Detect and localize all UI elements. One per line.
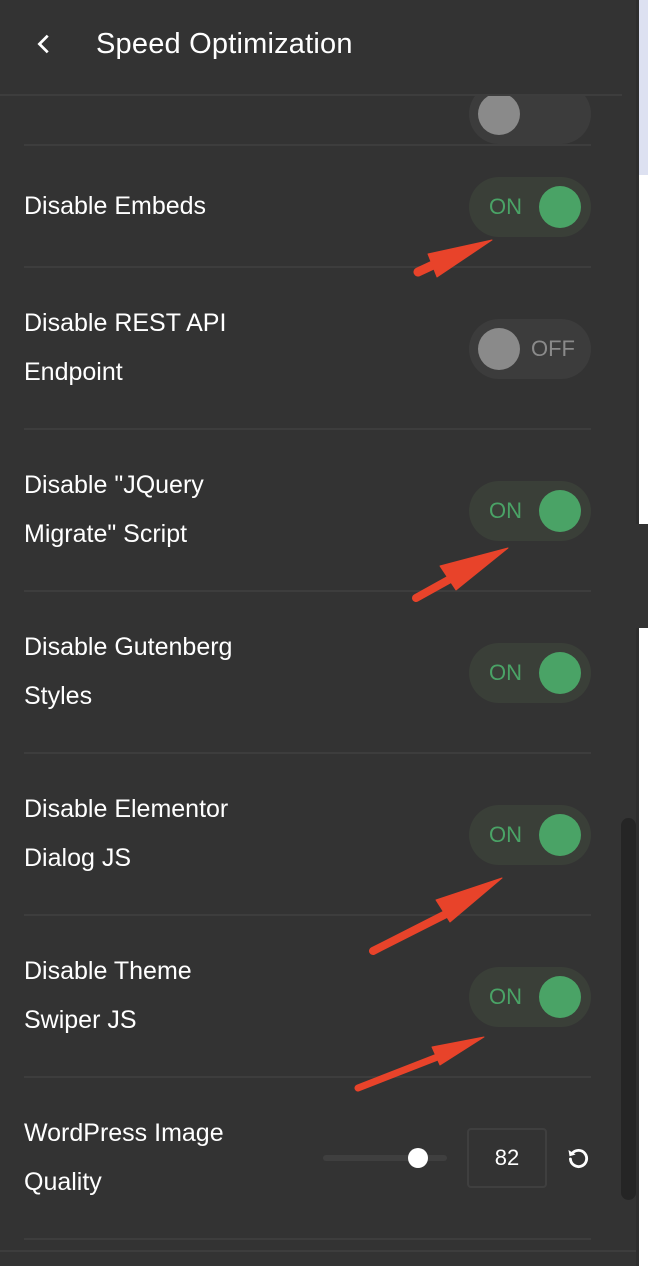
setting-label: Disable Gutenberg Styles [24,633,233,710]
toggle-knob [539,814,581,856]
toggle-disable-theme-swiper[interactable]: ON [469,967,591,1027]
toggle-knob [539,976,581,1018]
header-bar: Speed Optimization [0,0,622,96]
toggle-disable-elementor-dialog[interactable]: ON [469,805,591,865]
settings-row-disable-theme-swiper: Disable Theme Swiper JS ON [24,916,591,1078]
toggle-knob [539,490,581,532]
toggle-disable-rest-api[interactable]: OFF [469,319,591,379]
edge-light-strip [639,0,648,175]
settings-row-disable-jquery-migrate: Disable "JQuery Migrate" Script ON [24,430,591,592]
settings-row-disable-embeds: Disable Embeds ON [24,146,591,268]
setting-label: Disable Embeds [24,192,207,220]
edge-border [636,0,639,1266]
setting-label: Disable Theme Swiper JS [24,957,192,1034]
settings-row-disable-rest-api: Disable REST API Endpoint OFF [24,268,591,430]
image-quality-input[interactable] [467,1128,547,1188]
toggle-knob [539,186,581,228]
settings-panel: Disable Embeds ON Disable REST API Endpo… [0,0,636,1266]
toggle-state-label: ON [489,194,522,219]
page-title: Speed Optimization [96,28,353,60]
toggle-knob [478,93,520,135]
toggle-state-label: ON [489,984,522,1009]
setting-label: Disable "JQuery Migrate" Script [24,471,204,548]
window-edge [636,0,648,1266]
settings-row-image-quality: WordPress Image Quality [24,1078,591,1240]
toggle-state-label: ON [489,660,522,685]
toggle-disable-jquery-migrate[interactable]: ON [469,481,591,541]
toggle-disable-gutenberg[interactable]: ON [469,643,591,703]
back-button[interactable] [26,26,62,62]
setting-label: WordPress Image Quality [24,1119,224,1196]
setting-label: Disable Elementor Dialog JS [24,795,229,872]
settings-row-disable-elementor-dialog: Disable Elementor Dialog JS ON [24,754,591,916]
toggle-state-label: OFF [531,336,575,361]
slider-track [323,1155,447,1161]
toggle-disable-embeds[interactable]: ON [469,177,591,237]
scrollbar-thumb[interactable] [621,818,636,1200]
setting-label: Disable REST API Endpoint [24,309,227,386]
footer-divider [0,1250,636,1252]
toggle-state-label: ON [489,822,522,847]
toggle-state-label: ON [489,498,522,523]
chevron-left-icon [37,34,49,54]
image-quality-slider[interactable] [323,1148,447,1168]
toggle-knob [478,328,520,370]
slider-thumb[interactable] [408,1148,429,1168]
reset-button[interactable] [565,1145,591,1171]
toggle-knob [539,652,581,694]
reset-icon [568,1149,589,1168]
edge-dark-strip [636,524,648,628]
settings-row-disable-gutenberg: Disable Gutenberg Styles ON [24,592,591,754]
